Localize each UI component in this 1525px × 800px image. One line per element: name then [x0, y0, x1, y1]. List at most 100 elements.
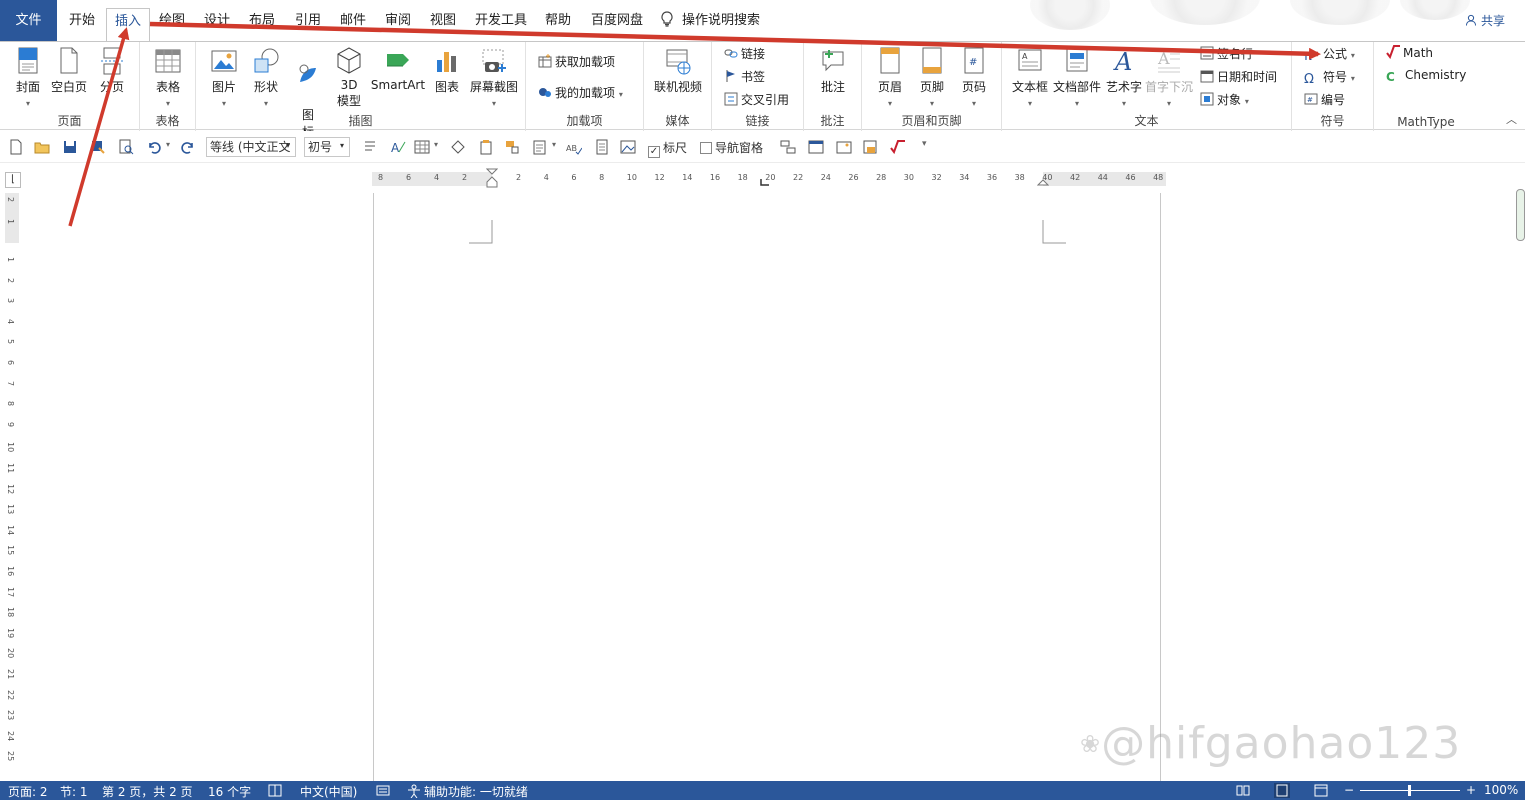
quick-parts-button[interactable]: 文档部件 ▾: [1052, 46, 1102, 109]
status-page[interactable]: 页面: 2: [8, 783, 48, 800]
accessibility-icon[interactable]: [406, 784, 422, 798]
clipboard-icon[interactable]: [532, 139, 548, 155]
cover-page-button[interactable]: 封面 ▾: [10, 46, 46, 109]
get-addins-button[interactable]: 获取加载项: [538, 53, 615, 70]
picture-frame-icon[interactable]: [620, 139, 636, 155]
tab-file[interactable]: 文件: [0, 0, 57, 41]
print-preview-icon[interactable]: [118, 139, 134, 155]
macro-record-icon[interactable]: [376, 784, 390, 797]
mathtype-quick-icon[interactable]: [890, 139, 906, 155]
tab-stop-selector[interactable]: ⌊: [5, 172, 21, 188]
mathtype-math-button[interactable]: Math: [1386, 45, 1433, 60]
status-section[interactable]: 节: 1: [60, 783, 88, 800]
bookmark-button[interactable]: 书签: [724, 68, 765, 85]
format-painter-icon[interactable]: [504, 139, 520, 155]
document-page[interactable]: [373, 193, 1161, 793]
split-window-icon[interactable]: [780, 139, 796, 155]
3d-models-button[interactable]: 3D 模型: [330, 46, 368, 109]
signature-line-button[interactable]: 签名行: [1200, 45, 1253, 62]
tab-view[interactable]: 视图: [421, 8, 465, 34]
symbol-button[interactable]: Ω 符号 ▾: [1304, 68, 1355, 87]
spelling-icon[interactable]: AB: [566, 139, 582, 155]
object-button[interactable]: 对象 ▾: [1200, 91, 1249, 108]
save-icon[interactable]: [62, 139, 78, 155]
tab-draw[interactable]: 绘图: [150, 8, 194, 34]
picture-button[interactable]: 图片 ▾: [206, 46, 242, 109]
tab-references[interactable]: 引用: [286, 8, 330, 34]
tab-review[interactable]: 审阅: [376, 8, 420, 34]
zoom-slider-thumb[interactable]: [1408, 785, 1411, 796]
horizontal-ruler[interactable]: 8642 2 4 6 8 10 12 14 16 18 20 22 24 26 28 30 32 34 36 38 4…: [372, 168, 1166, 188]
blank-page-button[interactable]: 空白页: [48, 46, 90, 95]
tab-help[interactable]: 帮助: [536, 8, 580, 34]
insert-image-icon[interactable]: [836, 139, 852, 155]
shapes-small-icon[interactable]: [450, 139, 466, 155]
textbox-button[interactable]: A 文本框 ▾: [1008, 46, 1052, 109]
page-number-button[interactable]: # 页码 ▾: [956, 46, 992, 109]
indent-marker-icon[interactable]: [486, 168, 498, 190]
equation-button[interactable]: π 公式 ▾: [1304, 45, 1355, 64]
cross-reference-button[interactable]: 交叉引用: [724, 91, 789, 108]
text-effect-icon[interactable]: A: [390, 139, 406, 155]
clipboard-dropdown-icon[interactable]: ▾: [552, 140, 556, 149]
print-layout-icon[interactable]: [862, 139, 878, 155]
font-name-combo[interactable]: 等线 (中文正文: [206, 137, 296, 157]
table-dropdown-icon[interactable]: ▾: [434, 140, 438, 149]
proofing-book-icon[interactable]: [268, 784, 282, 797]
smartart-button[interactable]: SmartArt: [370, 46, 426, 92]
open-folder-icon[interactable]: [34, 139, 50, 155]
wordart-button[interactable]: A 艺术字 ▾: [1104, 46, 1144, 109]
tab-developer[interactable]: 开发工具: [470, 8, 532, 34]
undo-dropdown-icon[interactable]: ▾: [166, 140, 170, 149]
share-button[interactable]: 共享: [1465, 12, 1505, 29]
zoom-in-button[interactable]: +: [1466, 783, 1476, 797]
comment-button[interactable]: 批注: [814, 46, 852, 95]
navigation-pane-checkbox[interactable]: 导航窗格: [700, 139, 763, 156]
mathtype-chemistry-button[interactable]: C Chemistry: [1386, 68, 1466, 84]
status-page-of[interactable]: 第 2 页，共 2 页: [102, 783, 193, 800]
paste-icon[interactable]: [478, 139, 494, 155]
undo-icon[interactable]: [146, 139, 162, 155]
chart-button[interactable]: 图表: [430, 46, 464, 95]
window-icon[interactable]: [808, 139, 824, 155]
collapse-ribbon-icon[interactable]: ︿: [1506, 111, 1517, 127]
shapes-button[interactable]: 形状 ▾: [248, 46, 284, 109]
document-icon[interactable]: [594, 139, 610, 155]
print-layout-view-icon[interactable]: [1274, 783, 1290, 798]
tab-marker-icon[interactable]: [760, 178, 770, 186]
font-dropdown-icon[interactable]: ▾: [286, 141, 290, 150]
header-button[interactable]: 页眉 ▾: [872, 46, 908, 109]
vertical-scrollbar[interactable]: [1516, 189, 1525, 241]
date-time-button[interactable]: 日期和时间: [1200, 68, 1277, 85]
my-addins-button[interactable]: 我的加载项 ▾: [538, 84, 623, 101]
redo-icon[interactable]: [180, 139, 196, 155]
ruler-checkbox[interactable]: ✓ 标尺: [648, 139, 687, 158]
web-layout-icon[interactable]: [1314, 784, 1328, 797]
tab-layout[interactable]: 布局: [240, 8, 284, 34]
online-video-button[interactable]: 联机视频: [650, 46, 706, 95]
link-button[interactable]: 链接: [724, 45, 765, 62]
tell-me-search[interactable]: 操作说明搜索: [660, 8, 780, 34]
footer-button[interactable]: 页脚 ▾: [914, 46, 950, 109]
tab-design[interactable]: 设计: [195, 8, 239, 34]
tab-mailings[interactable]: 邮件: [331, 8, 375, 34]
save-as-icon[interactable]: [90, 139, 106, 155]
status-accessibility[interactable]: 辅助功能: 一切就绪: [424, 783, 528, 800]
drop-cap-button[interactable]: A 首字下沉 ▾: [1144, 46, 1194, 109]
tab-insert[interactable]: 插入: [106, 8, 150, 41]
status-language[interactable]: 中文(中国): [300, 783, 357, 800]
zoom-level[interactable]: 100%: [1484, 783, 1518, 797]
page-break-button[interactable]: 分页: [94, 46, 130, 95]
size-dropdown-icon[interactable]: ▾: [340, 141, 344, 150]
vertical-ruler[interactable]: 2 1 1 2 3 4 5 6 7 8 9 10 11 12 13 14 15 16 17 18 19 20 21 22 23 2…: [5, 193, 19, 781]
zoom-out-button[interactable]: −: [1344, 783, 1354, 797]
tab-home[interactable]: 开始: [60, 8, 104, 34]
tab-baidu-netdisk[interactable]: 百度网盘: [586, 8, 648, 34]
new-document-icon[interactable]: [8, 139, 24, 155]
screenshot-button[interactable]: 屏幕截图 ▾: [466, 46, 522, 109]
insert-table-icon[interactable]: [414, 139, 430, 155]
table-button[interactable]: 表格 ▾: [150, 46, 186, 109]
read-mode-icon[interactable]: [1236, 784, 1250, 797]
number-button[interactable]: # 编号: [1304, 91, 1345, 108]
customize-toolbar-icon[interactable]: ▾: [922, 139, 927, 149]
